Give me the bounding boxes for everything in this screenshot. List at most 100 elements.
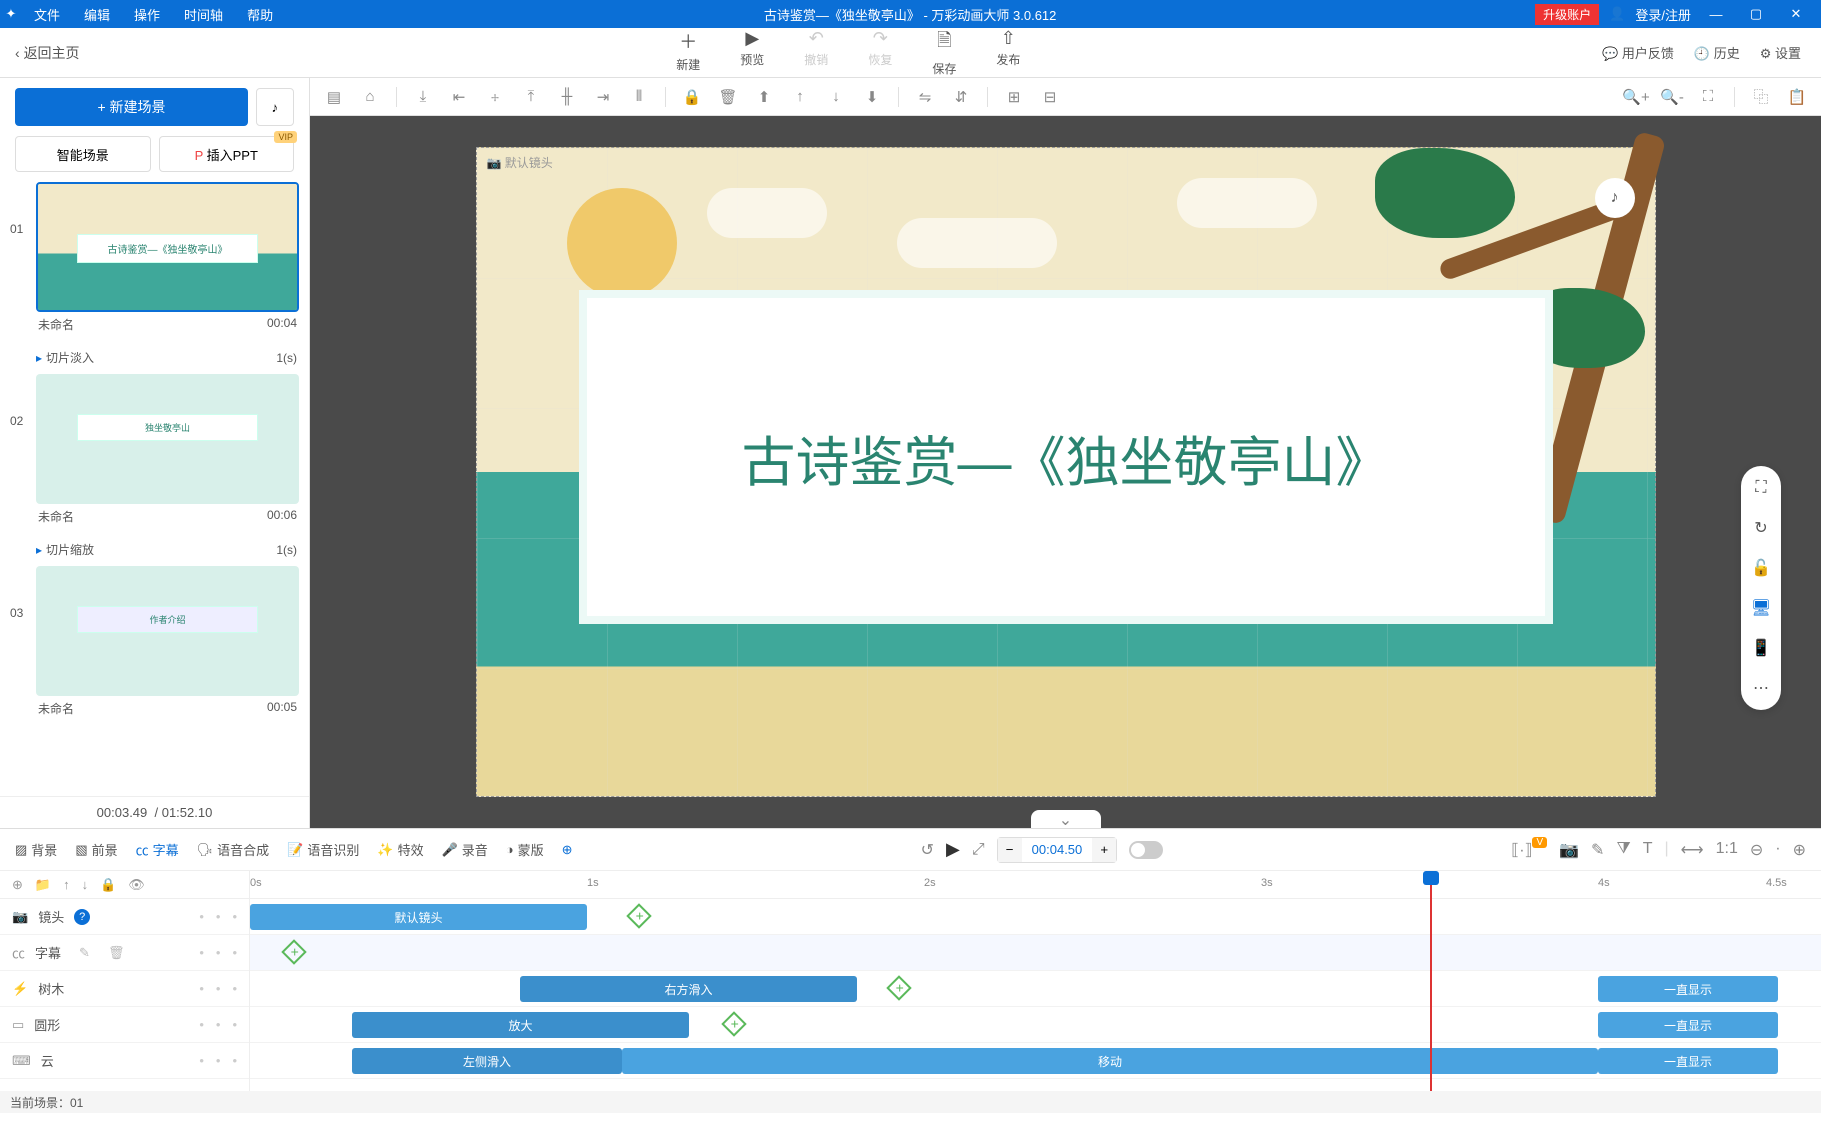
tab-background[interactable]: ▨ 背景: [15, 840, 57, 859]
track-subtitle[interactable]: ㏄字幕✎🗑•••: [0, 935, 249, 971]
marker-icon[interactable]: ⟦·⟧V: [1511, 840, 1547, 860]
add-keyframe-icon[interactable]: [721, 1011, 746, 1036]
home-icon[interactable]: ⌂: [356, 83, 384, 111]
rotate-icon[interactable]: ↻: [1749, 516, 1773, 540]
clip-circle-keep[interactable]: 一直显示: [1598, 1012, 1778, 1038]
track-row[interactable]: 右方滑入 一直显示: [250, 971, 1821, 1007]
menu-edit[interactable]: 编辑: [72, 5, 122, 24]
camera-icon[interactable]: 📷: [1559, 840, 1579, 860]
new-scene-button[interactable]: + 新建场景: [15, 88, 248, 126]
copy-icon[interactable]: ⿻: [1747, 83, 1775, 111]
desktop-icon[interactable]: 🖥: [1749, 596, 1773, 620]
close-button[interactable]: ✕: [1781, 6, 1811, 22]
scene-item[interactable]: 01 古诗鉴赏—《独坐敬亭山》 未命名00:04: [10, 182, 299, 337]
group-icon[interactable]: ⊞: [1000, 83, 1028, 111]
menu-file[interactable]: 文件: [22, 5, 72, 24]
zoom-out-icon[interactable]: 🔍-: [1658, 83, 1686, 111]
feedback-link[interactable]: 💬 用户反馈: [1602, 43, 1674, 62]
flip-h-icon[interactable]: ⇋: [911, 83, 939, 111]
preview-button[interactable]: ▶预览: [740, 28, 764, 77]
edit-icon[interactable]: ✎: [1591, 840, 1604, 860]
clip-cloud-keep[interactable]: 一直显示: [1598, 1048, 1778, 1074]
menu-timeline[interactable]: 时间轴: [172, 5, 235, 24]
time-plus-button[interactable]: +: [1092, 838, 1116, 862]
delete-icon[interactable]: 🗑: [714, 83, 742, 111]
track-tree[interactable]: ⚡树木•••: [0, 971, 249, 1007]
scene-item[interactable]: 03 作者介绍 未命名00:05: [10, 566, 299, 721]
track-row[interactable]: [250, 935, 1821, 971]
scene-thumbnail[interactable]: 作者介绍: [36, 566, 299, 696]
login-link[interactable]: 登录/注册: [1635, 5, 1691, 24]
zoom-in-tl-icon[interactable]: ⊕: [1793, 840, 1806, 860]
clip-camera[interactable]: 默认镜头: [250, 904, 587, 930]
add-track-icon[interactable]: ⊕: [12, 877, 23, 893]
settings-link[interactable]: ⚙ 设置: [1760, 43, 1801, 62]
align-right-icon[interactable]: ⇥: [589, 83, 617, 111]
tab-subtitle[interactable]: ㏄ 字幕: [136, 840, 179, 859]
track-row[interactable]: 放大 一直显示: [250, 1007, 1821, 1043]
play-button[interactable]: ▶: [946, 839, 960, 860]
up-icon[interactable]: ↑: [63, 877, 70, 892]
folder-icon[interactable]: 📁: [35, 877, 51, 893]
tab-fx[interactable]: ✨ 特效: [377, 840, 423, 859]
mobile-icon[interactable]: 📱: [1749, 636, 1773, 660]
ratio-icon[interactable]: 1:1: [1716, 840, 1738, 860]
lock-track-icon[interactable]: 🔒: [100, 877, 116, 893]
track-row[interactable]: 左侧滑入 移动 一直显示: [250, 1043, 1821, 1079]
new-button[interactable]: ＋新建: [676, 28, 700, 77]
clip-cloud-move[interactable]: 移动: [622, 1048, 1598, 1074]
send-backward-icon[interactable]: ↓: [822, 83, 850, 111]
scene-thumbnail[interactable]: 独坐敬亭山: [36, 374, 299, 504]
upgrade-button[interactable]: 升级账户: [1535, 4, 1599, 25]
tab-tts[interactable]: 🗣 语音合成: [197, 840, 270, 859]
tab-record[interactable]: 🎤 录音: [442, 840, 488, 859]
redo-button[interactable]: ↷恢复: [868, 28, 892, 77]
bring-front-icon[interactable]: ⬆: [750, 83, 778, 111]
tab-more[interactable]: ⊕: [562, 842, 573, 858]
back-button[interactable]: ‹ 返回主页: [0, 43, 95, 63]
send-back-icon[interactable]: ⬇: [858, 83, 886, 111]
playhead[interactable]: [1430, 871, 1432, 1091]
transition-row[interactable]: ▸切片缩放1(s): [10, 539, 299, 566]
edit-icon[interactable]: ✎: [79, 945, 90, 961]
menu-action[interactable]: 操作: [122, 5, 172, 24]
track-row[interactable]: 默认镜头: [250, 899, 1821, 935]
ungroup-icon[interactable]: ⊟: [1036, 83, 1064, 111]
publish-button[interactable]: ⇧发布: [996, 28, 1020, 77]
tab-foreground[interactable]: ▧ 前景: [75, 840, 117, 859]
paste-icon[interactable]: 📋: [1783, 83, 1811, 111]
collapse-button[interactable]: ⌄: [1031, 810, 1101, 828]
delete-icon[interactable]: 🗑: [108, 945, 125, 961]
align-top-icon[interactable]: ⤒: [517, 83, 545, 111]
snap-icon[interactable]: ⟷: [1681, 840, 1704, 860]
tab-mask[interactable]: ◑ 蒙版: [506, 840, 544, 859]
down-icon[interactable]: ↓: [82, 877, 89, 892]
transition-row[interactable]: ▸切片淡入1(s): [10, 347, 299, 374]
zoom-slider[interactable]: ·: [1775, 840, 1780, 860]
import-ppt-button[interactable]: P 插入PPTVIP: [159, 136, 295, 172]
clip-tree-in[interactable]: 右方滑入: [520, 976, 857, 1002]
align-left-icon[interactable]: ⇤: [445, 83, 473, 111]
save-button[interactable]: 🗎保存: [932, 28, 956, 77]
zoom-out-tl-icon[interactable]: ⊖: [1750, 840, 1763, 860]
canvas[interactable]: 📷 默认镜头 古诗鉴赏—《独坐敬亭山》 ♪ ⛶: [310, 116, 1821, 828]
scene-item[interactable]: 02 独坐敬亭山 未命名00:06: [10, 374, 299, 529]
add-keyframe-icon[interactable]: [281, 939, 306, 964]
more-icon[interactable]: ⋯: [1749, 676, 1773, 700]
align-bottom-icon[interactable]: ⤓: [409, 83, 437, 111]
align-vcenter-icon[interactable]: ⧾: [481, 83, 509, 111]
smart-scene-button[interactable]: 智能场景: [15, 136, 151, 172]
help-icon[interactable]: ?: [74, 909, 90, 925]
scene-thumbnail[interactable]: 古诗鉴赏—《独坐敬亭山》: [36, 182, 299, 312]
add-keyframe-icon[interactable]: [886, 975, 911, 1000]
align-hcenter-icon[interactable]: ╫: [553, 83, 581, 111]
unlock-icon[interactable]: 🔓: [1749, 556, 1773, 580]
zoom-in-icon[interactable]: 🔍+: [1622, 83, 1650, 111]
track-circle[interactable]: ▭圆形•••: [0, 1007, 249, 1043]
fit-icon[interactable]: ⛶: [1694, 83, 1722, 111]
menu-help[interactable]: 帮助: [235, 5, 285, 24]
track-camera[interactable]: 📷镜头?•••: [0, 899, 249, 935]
lock-icon[interactable]: 🔒: [678, 83, 706, 111]
expand-button[interactable]: ⤢: [972, 841, 985, 859]
distribute-h-icon[interactable]: ⫴: [625, 83, 653, 111]
